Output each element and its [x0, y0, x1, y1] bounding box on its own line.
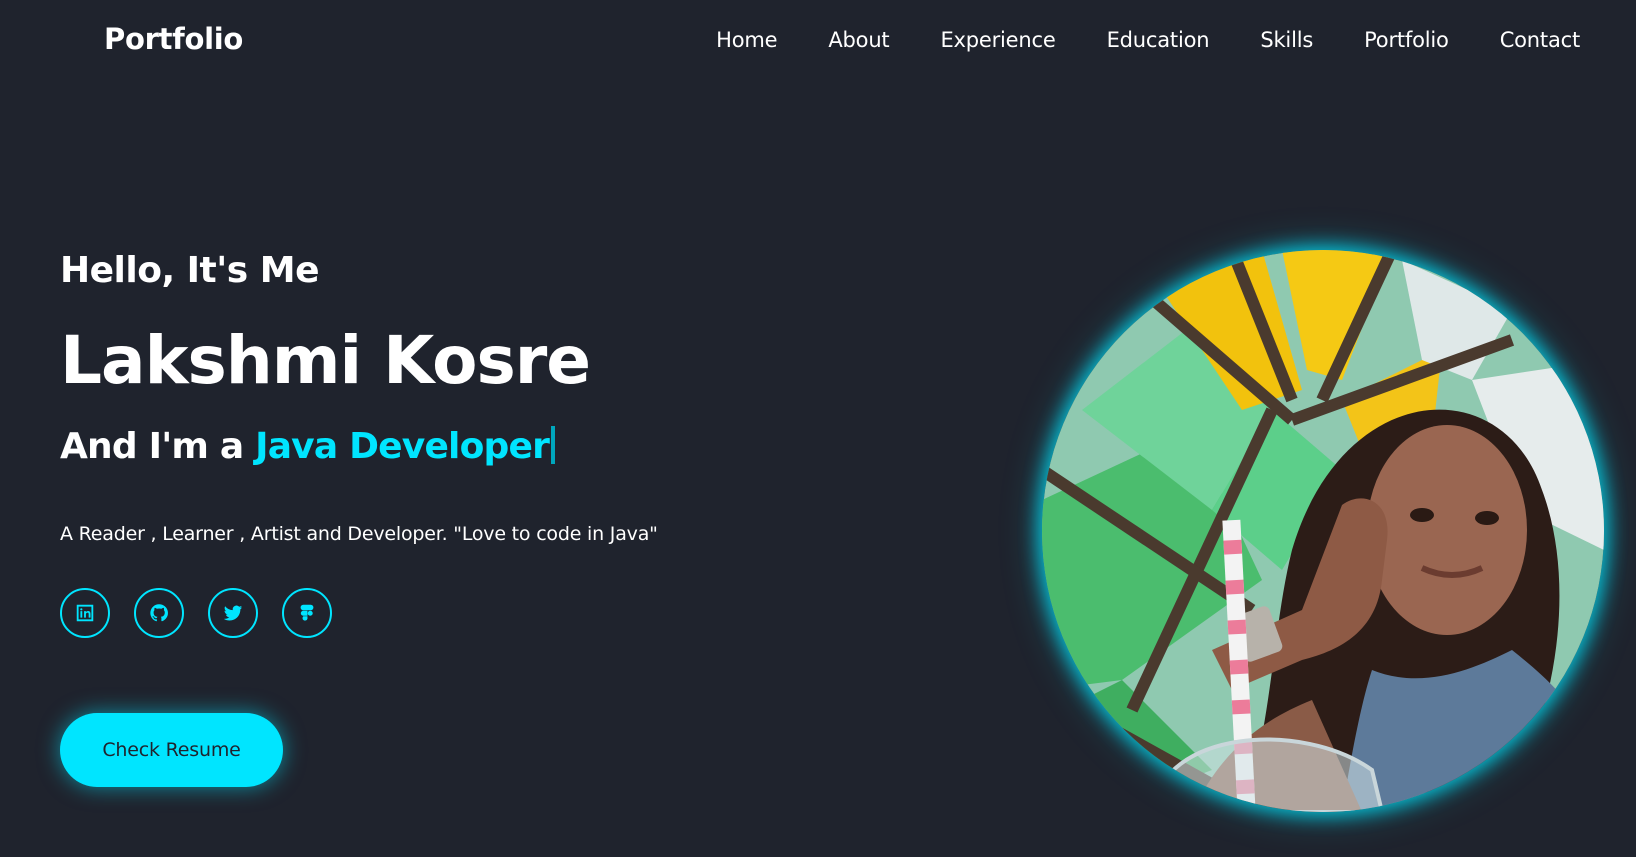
nav-about[interactable]: About — [828, 28, 889, 52]
social-links — [60, 588, 332, 638]
nav-portfolio[interactable]: Portfolio — [1364, 28, 1449, 52]
check-resume-button[interactable]: Check Resume — [60, 713, 283, 787]
profile-photo-image — [1042, 250, 1604, 812]
hero-name: Lakshmi Kosre — [60, 322, 591, 399]
nav-education[interactable]: Education — [1107, 28, 1210, 52]
nav-skills[interactable]: Skills — [1260, 28, 1313, 52]
figma-link[interactable] — [282, 588, 332, 638]
hero-tagline: A Reader , Learner , Artist and Develope… — [60, 523, 658, 545]
nav-contact[interactable]: Contact — [1500, 28, 1581, 52]
profile-photo — [1042, 250, 1604, 812]
twitter-icon — [223, 605, 243, 621]
github-icon — [150, 604, 168, 622]
main-nav: Home About Experience Education Skills P… — [716, 28, 1580, 52]
nav-home[interactable]: Home — [716, 28, 777, 52]
typing-caret — [551, 426, 556, 464]
linkedin-link[interactable] — [60, 588, 110, 638]
role-highlight: Java Developer — [255, 426, 550, 467]
role-prefix: And I'm a — [60, 426, 244, 467]
hero-greeting: Hello, It's Me — [60, 250, 320, 291]
github-link[interactable] — [134, 588, 184, 638]
portfolio-page: Portfolio Home About Experience Educatio… — [0, 0, 1636, 857]
hero-role: And I'm a Java Developer — [60, 426, 556, 467]
figma-icon — [300, 604, 314, 621]
twitter-link[interactable] — [208, 588, 258, 638]
linkedin-icon — [76, 604, 94, 622]
site-logo[interactable]: Portfolio — [104, 22, 243, 56]
nav-experience[interactable]: Experience — [940, 28, 1055, 52]
